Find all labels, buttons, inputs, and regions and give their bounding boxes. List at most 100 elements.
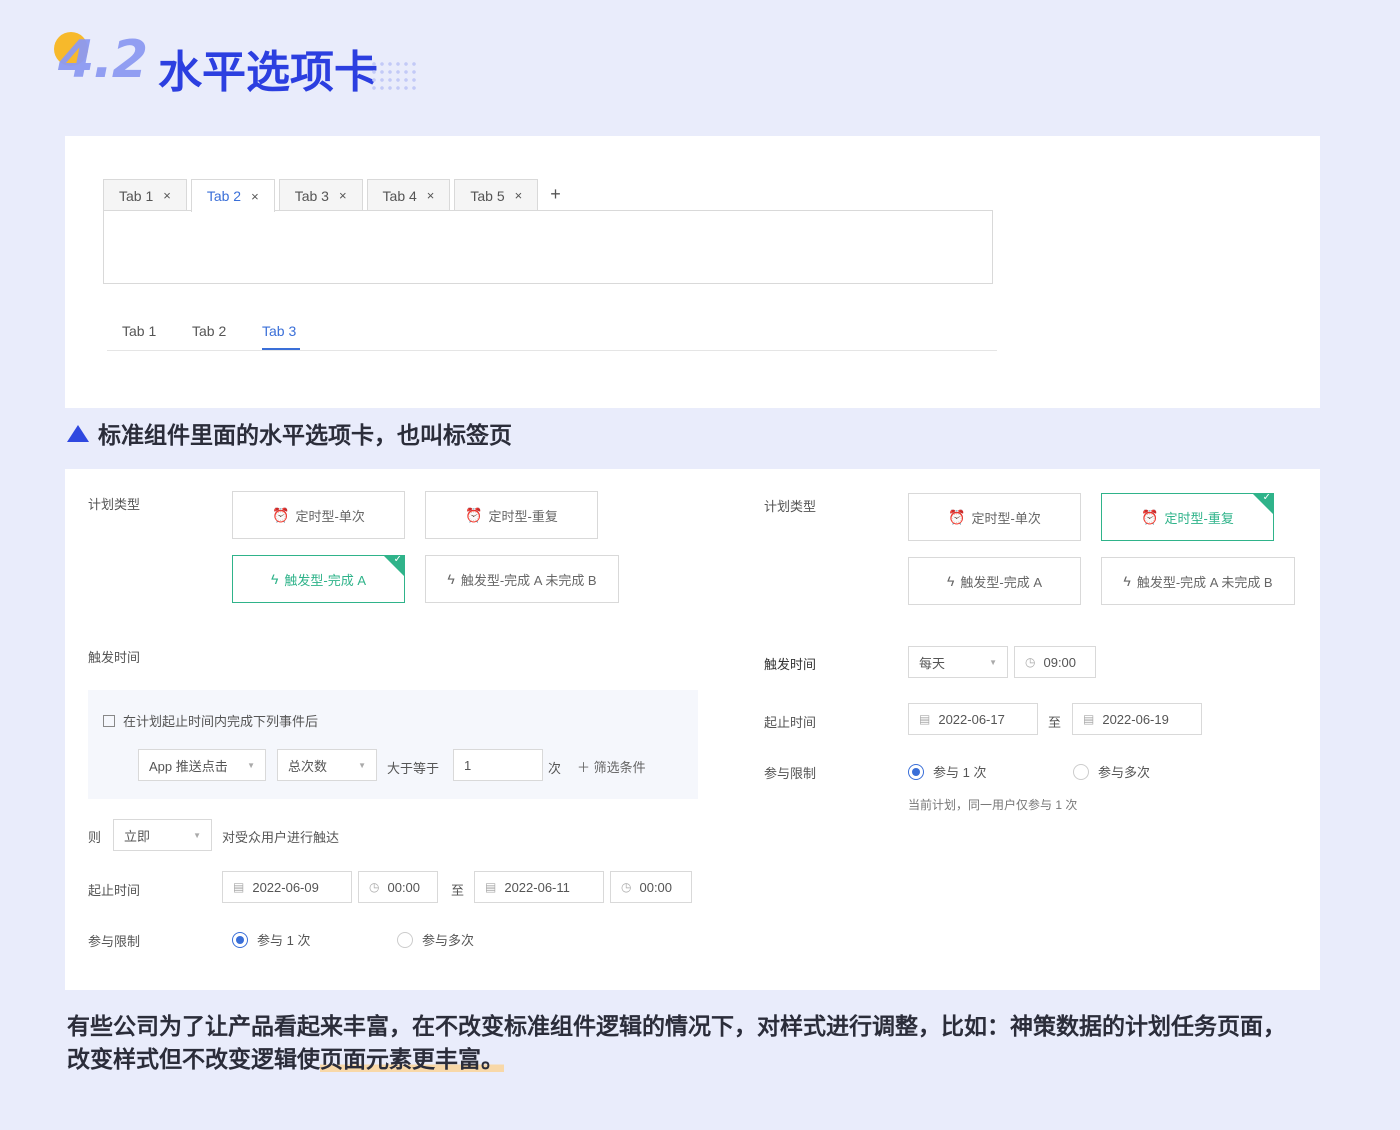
- event-select[interactable]: App 推送点击 ▼: [138, 749, 266, 781]
- tab-content-area: [103, 210, 993, 284]
- chevron-down-icon: ▼: [193, 830, 201, 840]
- custom-form-panel: 计划类型 ⏰ 定时型-单次 ⏰ 定时型-重复 ϟ 触发型-完成 A ✓ ϟ 触发…: [65, 469, 1320, 990]
- clock-icon: ◷: [369, 880, 380, 894]
- condition-checkbox[interactable]: 在计划起止时间内完成下列事件后: [103, 711, 318, 730]
- chevron-down-icon: ▼: [989, 657, 997, 667]
- lightning-icon: ϟ: [447, 571, 455, 587]
- limit-hint: 当前计划，同一用户仅参与 1 次: [908, 798, 1078, 812]
- condition-area: 在计划起止时间内完成下列事件后 App 推送点击 ▼ 总次数 ▼ 大于等于 1 …: [88, 690, 698, 799]
- description-line-2: 改变样式但不改变逻辑使页面元素更丰富。: [67, 1043, 1337, 1076]
- trigger-time-picker[interactable]: ◷ 09:00: [1014, 646, 1096, 678]
- range-label: 起止时间: [764, 715, 817, 730]
- metric-select-value: 总次数: [288, 758, 328, 774]
- event-select-value: App 推送点击: [149, 758, 228, 774]
- start-time-picker[interactable]: ◷ 00:00: [358, 871, 438, 903]
- option-timed-once[interactable]: ⏰ 定时型-单次: [232, 491, 405, 539]
- radio-once[interactable]: 参与 1 次: [232, 930, 310, 949]
- chevron-down-icon: ▼: [358, 760, 366, 770]
- option-trigger-a-not-b[interactable]: ϟ 触发型-完成 A 未完成 B: [1101, 557, 1295, 605]
- option-label: 定时型-重复: [488, 508, 558, 524]
- line-tab-bar: Tab 1 Tab 2 Tab 3: [107, 306, 997, 351]
- card-tab-5[interactable]: Tab 5 ×: [454, 179, 539, 211]
- option-timed-repeat[interactable]: ⏰ 定时型-重复: [425, 491, 598, 539]
- triangle-icon: [67, 424, 89, 442]
- frequency-select[interactable]: 每天 ▼: [908, 646, 1008, 678]
- operator-text: 大于等于: [387, 761, 440, 776]
- alarm-clock-icon: ⏰: [465, 507, 483, 523]
- option-label: 定时型-重复: [1164, 510, 1234, 526]
- radio-multiple[interactable]: 参与多次: [1073, 762, 1150, 781]
- range-separator: 至: [451, 883, 465, 898]
- plan-type-label: 计划类型: [88, 497, 141, 512]
- start-date-picker[interactable]: ▤ 2022-06-09: [222, 871, 352, 903]
- add-tab-button[interactable]: +: [550, 184, 561, 205]
- end-date-picker[interactable]: ▤ 2022-06-19: [1072, 703, 1202, 735]
- value-input[interactable]: 1: [453, 749, 543, 781]
- close-icon[interactable]: ×: [515, 188, 523, 203]
- then-label: 则: [88, 830, 102, 845]
- radio-button: [1073, 763, 1089, 780]
- lightning-icon: ϟ: [946, 573, 955, 589]
- end-date-picker[interactable]: ▤ 2022-06-11: [474, 871, 604, 903]
- trigger-time-label: 触发时间: [88, 650, 141, 665]
- radio-once[interactable]: 参与 1 次: [908, 762, 986, 781]
- alarm-clock-icon: ⏰: [1141, 509, 1159, 525]
- card-tab-label: Tab 2: [206, 188, 242, 204]
- then-select[interactable]: 立即 ▼: [113, 819, 212, 851]
- close-icon[interactable]: ×: [339, 188, 347, 203]
- option-label: 定时型-单次: [971, 510, 1041, 526]
- radio-button: [232, 931, 248, 948]
- line-tab-2[interactable]: Tab 2: [192, 323, 226, 339]
- description-line-2-start: 改变样式但不改变逻辑使: [67, 1046, 320, 1072]
- card-tab-label: Tab 4: [382, 187, 417, 204]
- option-timed-repeat[interactable]: ⏰ 定时型-重复 ✓: [1101, 493, 1274, 541]
- start-date-picker[interactable]: ▤ 2022-06-17: [908, 703, 1038, 735]
- end-date-value: 2022-06-11: [504, 879, 570, 895]
- option-trigger-a[interactable]: ϟ 触发型-完成 A ✓: [232, 555, 405, 603]
- card-tab-4[interactable]: Tab 4 ×: [366, 179, 451, 211]
- end-time-picker[interactable]: ◷ 00:00: [610, 871, 692, 903]
- add-filter-label: 筛选条件: [593, 760, 646, 775]
- section-heading: 4.2 水平选项卡: [52, 28, 432, 98]
- description-line-1: 有些公司为了让产品看起来丰富，在不改变标准组件逻辑的情况下，对样式进行调整，比如…: [67, 1013, 1286, 1039]
- radio-once-label: 参与 1 次: [933, 765, 987, 780]
- plan-type-label: 计划类型: [764, 499, 817, 514]
- add-filter-link[interactable]: ＋ 筛选条件: [577, 757, 646, 776]
- then-select-value: 立即: [124, 828, 151, 844]
- radio-button: [397, 931, 413, 948]
- radio-multiple-label: 参与多次: [1098, 765, 1151, 780]
- heading-dots-decoration: [370, 60, 420, 92]
- option-label: 触发型-完成 A 未完成 B: [460, 572, 597, 588]
- limit-label: 参与限制: [88, 934, 141, 949]
- checkbox-icon: [103, 715, 115, 727]
- option-trigger-a[interactable]: ϟ 触发型-完成 A: [908, 557, 1081, 605]
- close-icon[interactable]: ×: [427, 188, 435, 203]
- card-tab-label: Tab 1: [119, 187, 154, 204]
- close-icon[interactable]: ×: [163, 188, 171, 203]
- close-icon[interactable]: ×: [251, 189, 259, 204]
- plus-icon: ＋: [577, 760, 591, 775]
- trigger-time-value: 09:00: [1043, 654, 1077, 670]
- caption: 标准组件里面的水平选项卡，也叫标签页: [67, 416, 512, 450]
- option-trigger-a-not-b[interactable]: ϟ 触发型-完成 A 未完成 B: [425, 555, 619, 603]
- caption-text: 标准组件里面的水平选项卡，也叫标签页: [98, 422, 512, 448]
- start-date-value: 2022-06-17: [938, 711, 1005, 727]
- line-tab-3[interactable]: Tab 3: [262, 323, 296, 339]
- description-highlight: 页面元素更丰富。: [320, 1046, 504, 1072]
- radio-multiple-label: 参与多次: [422, 933, 475, 948]
- clock-icon: ◷: [1025, 655, 1036, 669]
- lightning-icon: ϟ: [270, 571, 279, 587]
- active-tab-indicator: [262, 348, 300, 350]
- description-paragraph: 有些公司为了让产品看起来丰富，在不改变标准组件逻辑的情况下，对样式进行调整，比如…: [67, 1010, 1337, 1076]
- card-tab-1[interactable]: Tab 1 ×: [103, 179, 187, 211]
- line-tab-1[interactable]: Tab 1: [122, 323, 156, 339]
- end-date-value: 2022-06-19: [1102, 711, 1169, 727]
- option-timed-once[interactable]: ⏰ 定时型-单次: [908, 493, 1081, 541]
- radio-multiple[interactable]: 参与多次: [397, 930, 474, 949]
- range-separator: 至: [1048, 715, 1062, 730]
- card-tab-3[interactable]: Tab 3 ×: [278, 179, 363, 211]
- card-tab-2[interactable]: Tab 2 ×: [190, 179, 275, 212]
- check-icon: ✓: [393, 555, 402, 565]
- metric-select[interactable]: 总次数 ▼: [277, 749, 377, 781]
- range-label: 起止时间: [88, 883, 141, 898]
